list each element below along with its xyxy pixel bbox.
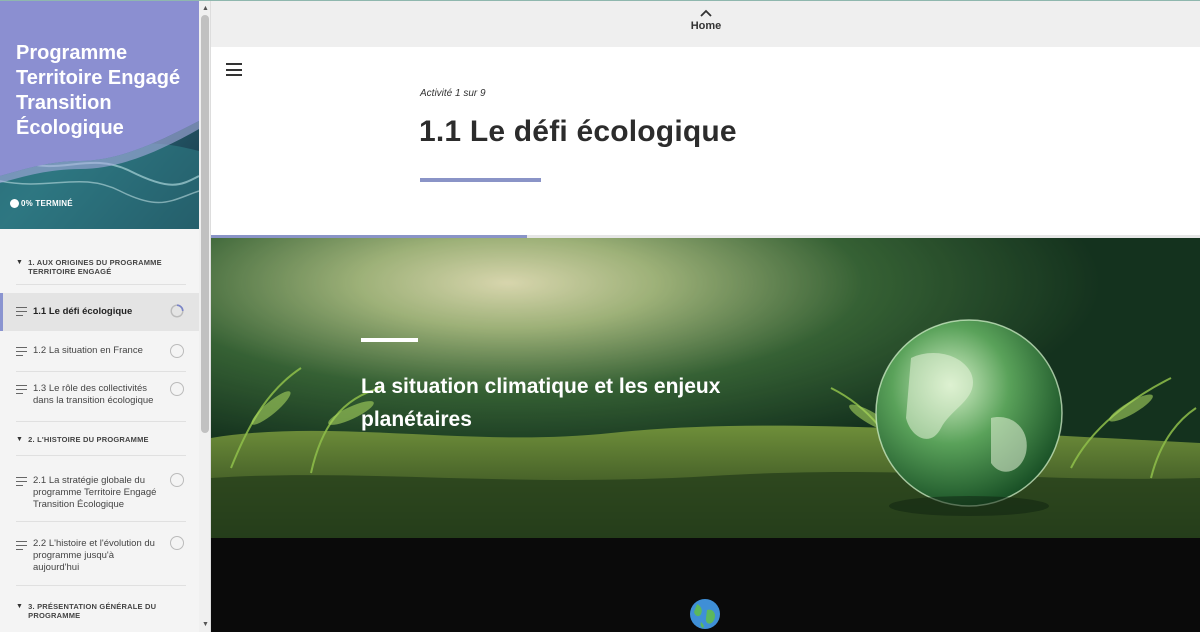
top-bar: Home — [211, 1, 1200, 47]
lesson-status-icon — [170, 382, 184, 396]
scroll-up-arrow-icon[interactable]: ▲ — [202, 5, 209, 12]
lesson-label: 2.1 La stratégie globale du programme Te… — [33, 475, 157, 510]
lesson-in-progress-icon — [170, 304, 184, 318]
lesson-text-icon — [16, 477, 27, 488]
section-3-header[interactable]: ▼ 3. PRÉSENTATION GÉNÉRALE DU PROGRAMME — [16, 602, 186, 620]
progress-label: 0% TERMINÉ — [21, 199, 73, 208]
divider — [16, 284, 186, 285]
divider — [16, 585, 186, 586]
caret-down-icon: ▼ — [16, 436, 24, 443]
lesson-status-icon — [170, 344, 184, 358]
globe-emoji-icon — [690, 599, 720, 629]
dark-content-block — [211, 538, 1200, 632]
section-1-header[interactable]: ▼ 1. AUX ORIGINES DU PROGRAMME TERRITOIR… — [16, 258, 186, 276]
divider — [16, 521, 186, 522]
lesson-status-icon — [170, 473, 184, 487]
divider — [16, 455, 186, 456]
section-label: 1. AUX ORIGINES DU PROGRAMME TERRITOIRE … — [28, 258, 162, 276]
course-header: Programme Territoire Engagé Transition É… — [0, 1, 199, 229]
lesson-status-icon — [170, 536, 184, 550]
home-label: Home — [690, 20, 722, 32]
sidebar: Programme Territoire Engagé Transition É… — [0, 1, 211, 632]
lesson-text-icon — [16, 541, 27, 552]
section-2-header[interactable]: ▼ 2. L'HISTOIRE DU PROGRAMME — [16, 435, 186, 444]
activity-counter: Activité 1 sur 9 — [420, 88, 486, 99]
lesson-item-1-1[interactable]: 1.1 Le défi écologique — [0, 293, 199, 331]
hero-title: La situation climatique et les enjeux pl… — [361, 375, 721, 431]
hero-title-rule — [361, 338, 418, 342]
lesson-title: 1.1 Le défi écologique — [419, 115, 737, 148]
scroll-down-arrow-icon[interactable]: ▼ — [202, 621, 209, 628]
menu-hamburger-icon[interactable] — [226, 63, 242, 80]
lesson-text-icon — [16, 307, 27, 318]
course-title: Programme Territoire Engagé Transition É… — [16, 42, 181, 139]
lesson-label: 2.2 L'histoire et l'évolution du program… — [33, 538, 155, 573]
section-label: 3. PRÉSENTATION GÉNÉRALE DU PROGRAMME — [28, 602, 157, 620]
sidebar-scrollbar[interactable]: ▲ ▼ — [199, 1, 210, 632]
lesson-label: 1.1 Le défi écologique — [33, 306, 133, 317]
home-button[interactable]: Home — [681, 9, 731, 32]
title-underline — [420, 178, 541, 182]
progress-circle-icon — [10, 199, 19, 208]
lesson-item-1-2[interactable]: 1.2 La situation en France — [0, 333, 199, 371]
course-progress: 0% TERMINÉ — [10, 199, 73, 208]
lesson-text-icon — [16, 347, 27, 358]
caret-down-icon: ▼ — [16, 259, 24, 266]
lesson-item-2-2[interactable]: 2.2 L'histoire et l'évolution du program… — [0, 529, 199, 579]
lesson-label: 1.2 La situation en France — [33, 345, 143, 356]
lesson-item-1-3[interactable]: 1.3 Le rôle des collectivités dans la tr… — [0, 373, 199, 417]
divider — [16, 371, 186, 372]
chevron-up-icon — [700, 9, 712, 17]
lesson-outline: ▼ 1. AUX ORIGINES DU PROGRAMME TERRITOIR… — [0, 229, 199, 632]
scroll-thumb[interactable] — [201, 15, 209, 433]
divider — [16, 421, 186, 422]
lesson-text-icon — [16, 385, 27, 396]
lesson-label: 1.3 Le rôle des collectivités dans la tr… — [33, 383, 154, 406]
hero-banner: La situation climatique et les enjeux pl… — [211, 238, 1200, 538]
section-label: 2. L'HISTOIRE DU PROGRAMME — [28, 435, 149, 444]
lesson-item-2-1[interactable]: 2.1 La stratégie globale du programme Te… — [0, 465, 199, 517]
caret-down-icon: ▼ — [16, 603, 24, 610]
